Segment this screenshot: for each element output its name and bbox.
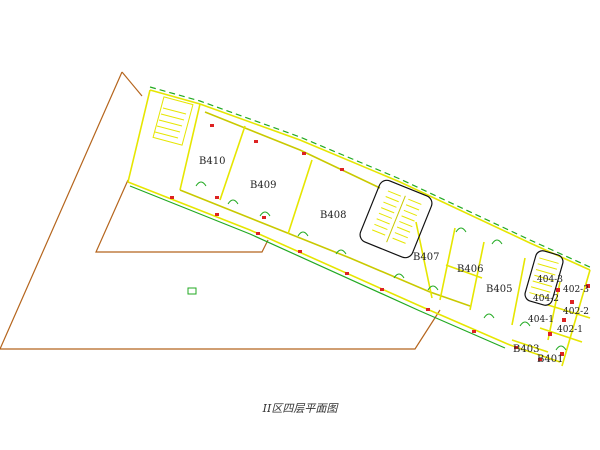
site-outline — [0, 71, 441, 350]
south-wall — [127, 181, 561, 363]
site-outer-boundary — [0, 71, 441, 350]
room-402-1: 402-1 — [557, 325, 583, 335]
site-top-edge — [121, 71, 143, 97]
room-b407: B407 — [413, 252, 439, 263]
room-b408: B408 — [320, 210, 346, 221]
west-wall — [127, 89, 151, 183]
site-marker — [187, 287, 197, 295]
floor-plan-drawing: B410 B409 B408 B407 B406 B405 404-3 402-… — [0, 71, 593, 367]
room-402-3: 402-3 — [563, 285, 589, 295]
room-b401: B401 — [537, 354, 563, 365]
door-swings — [195, 181, 567, 351]
room-b406: B406 — [457, 264, 483, 275]
corridor-wall — [179, 189, 471, 307]
room-402-2: 402-2 — [563, 307, 589, 317]
room-b405: B405 — [486, 284, 512, 295]
room-404-3: 404-3 — [537, 275, 563, 285]
room-b403: B403 — [513, 344, 539, 355]
room-labels: B410 B409 B408 B407 B406 B405 404-3 402-… — [199, 156, 589, 365]
plan-caption: II区四层平面图 — [262, 402, 338, 415]
floor-plan-canvas: B410 B409 B408 B407 B406 B405 404-3 402-… — [0, 0, 600, 450]
room-b409: B409 — [250, 180, 276, 191]
green-edges — [129, 86, 593, 349]
room-404-1: 404-1 — [528, 315, 554, 325]
partition-405-stair — [511, 257, 526, 326]
south-green-line — [129, 185, 506, 349]
partition-409-408 — [287, 159, 313, 235]
west-stair-frame — [152, 96, 194, 146]
room-b410: B410 — [199, 156, 225, 167]
partition-407-406 — [439, 227, 456, 301]
corridor-wall-north — [204, 111, 381, 189]
room-404-2: 404-2 — [533, 294, 559, 304]
west-stair — [152, 96, 194, 146]
